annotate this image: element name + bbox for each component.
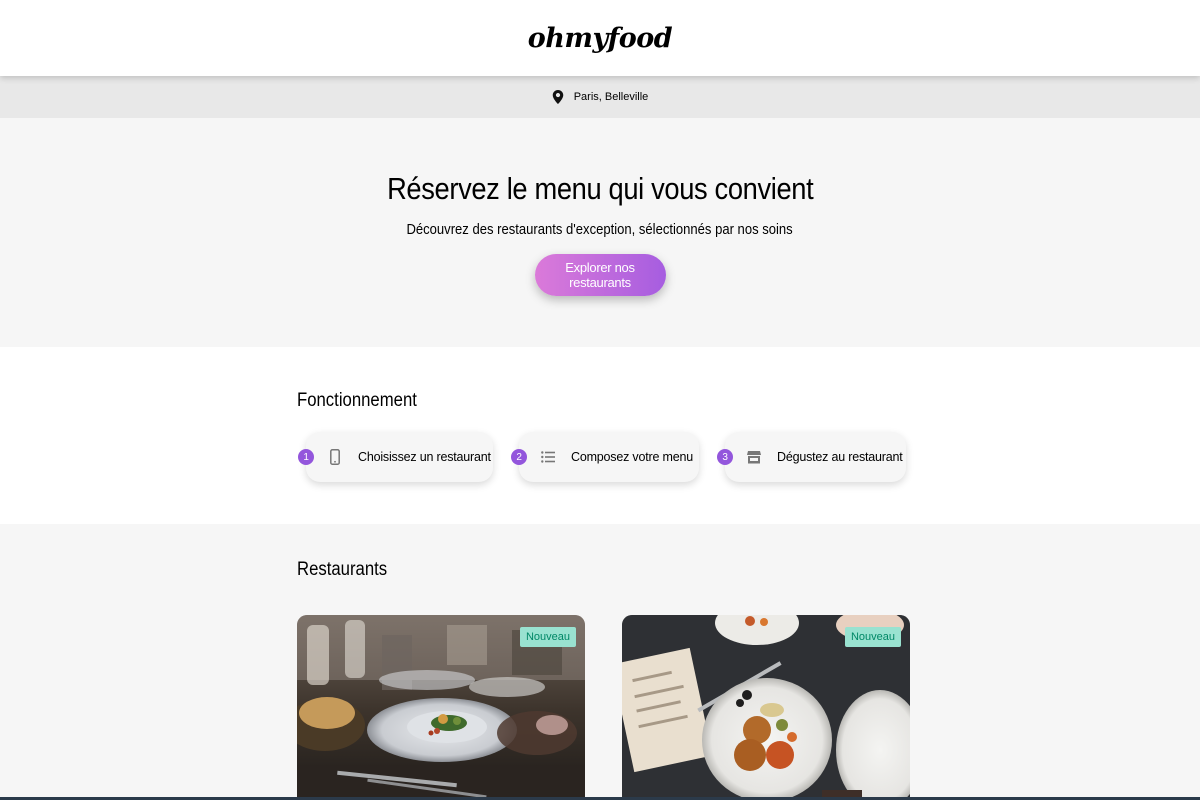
step-card-2[interactable]: 2 Composez votre menu (511, 432, 699, 482)
restaurant-card-2[interactable]: Nouveau (622, 615, 910, 800)
step-card-1[interactable]: 1 Choisissez un restaurant (298, 432, 493, 482)
step-number-badge: 3 (717, 449, 733, 465)
how-it-works-section: Fonctionnement 1 Choisissez un restauran… (0, 347, 1200, 524)
map-pin-icon (552, 90, 563, 104)
location-bar[interactable]: Paris, Belleville (0, 76, 1200, 118)
restaurant-card-1[interactable]: Nouveau (297, 615, 585, 800)
step-number-badge: 1 (298, 449, 314, 465)
new-badge: Nouveau (519, 627, 576, 647)
explore-restaurants-button[interactable]: Explorer nos restaurants (534, 254, 666, 296)
restaurants-section: Restaurants Nouveau Nouveau (0, 524, 1200, 800)
step-card-3[interactable]: 3 Dégustez au restaurant (717, 432, 906, 482)
new-badge: Nouveau (844, 627, 901, 647)
store-icon (745, 450, 763, 464)
hero-section: Réservez le menu qui vous convient Décou… (0, 118, 1200, 347)
step-label: Composez votre menu (571, 450, 693, 464)
steps-list: 1 Choisissez un restaurant 2 Composez vo… (298, 432, 906, 482)
step-number-badge: 2 (511, 449, 527, 465)
step-label: Dégustez au restaurant (777, 450, 903, 464)
how-it-works-title: Fonctionnement (297, 390, 417, 411)
hero-subtitle: Découvrez des restaurants d'exception, s… (406, 222, 794, 238)
list-icon (539, 451, 557, 463)
logo[interactable]: ohmyfood (528, 23, 673, 54)
hero-title: Réservez le menu qui vous convient (386, 171, 814, 206)
site-header: ohmyfood (0, 0, 1200, 76)
step-label: Choisissez un restaurant (358, 450, 491, 464)
location-text: Paris, Belleville (573, 91, 649, 103)
restaurants-title: Restaurants (297, 559, 388, 580)
mobile-phone-icon (326, 449, 344, 465)
